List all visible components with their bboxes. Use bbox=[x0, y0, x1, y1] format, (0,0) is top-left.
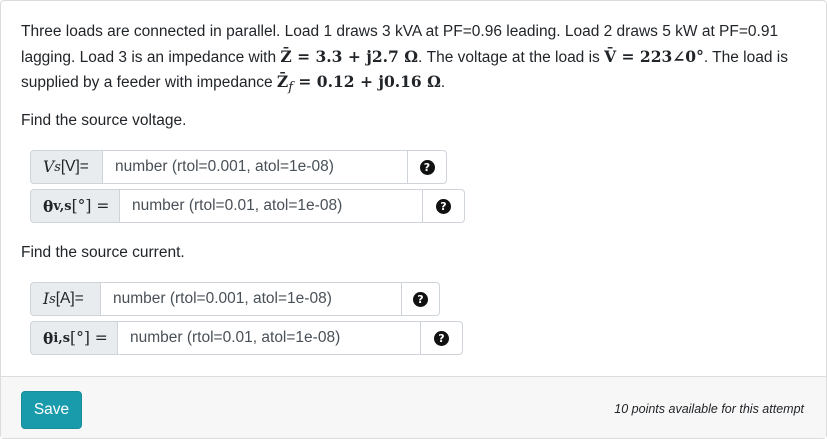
theta-vs-help-button[interactable]: ? bbox=[423, 189, 465, 223]
theta-vs-input[interactable]: number (rtol=0.01, atol=1e-08) bbox=[119, 189, 423, 223]
vs-input[interactable]: number (rtol=0.001, atol=1e-08) bbox=[102, 150, 408, 184]
zf-symbol: Z̄ bbox=[276, 72, 289, 91]
save-button[interactable]: Save bbox=[21, 391, 82, 429]
is-input[interactable]: number (rtol=0.001, atol=1e-08) bbox=[100, 282, 402, 316]
zf-value: = 0.12 + j0.16 Ω bbox=[293, 72, 441, 91]
theta-vs-label: θ v,s [°] = bbox=[30, 189, 119, 223]
vs-help-button[interactable]: ? bbox=[408, 150, 447, 184]
theta-is-input-group: θ i,s [°] = number (rtol=0.01, atol=1e-08… bbox=[30, 321, 463, 355]
is-input-group: Is [A]= number (rtol=0.001, atol=1e-08) ? bbox=[30, 282, 440, 316]
help-icon: ? bbox=[419, 159, 435, 175]
help-icon: ? bbox=[434, 330, 449, 346]
v-value: = 223∠0° bbox=[616, 46, 704, 66]
question-card: Three loads are connected in parallel. L… bbox=[0, 0, 827, 439]
points-available-text: 10 points available for this attempt bbox=[614, 402, 804, 416]
vs-label: Vs [V]= bbox=[30, 150, 102, 184]
card-footer: Save 10 points available for this attemp… bbox=[1, 376, 826, 438]
is-label: Is [A]= bbox=[30, 282, 100, 316]
prompt-source-voltage: Find the source voltage. bbox=[21, 112, 187, 129]
z-symbol: Z̄ bbox=[280, 46, 292, 66]
theta-vs-input-group: θ v,s [°] = number (rtol=0.01, atol=1e-08… bbox=[30, 189, 465, 223]
help-icon: ? bbox=[436, 198, 451, 214]
v-symbol: V̄ bbox=[604, 46, 617, 66]
theta-is-help-button[interactable]: ? bbox=[421, 321, 463, 355]
theta-is-input[interactable]: number (rtol=0.01, atol=1e-08) bbox=[117, 321, 421, 355]
is-help-button[interactable]: ? bbox=[402, 282, 440, 316]
z-value: = 3.3 + j2.7 Ω bbox=[291, 46, 418, 66]
theta-is-label: θ i,s [°] = bbox=[30, 321, 117, 355]
problem-statement: Three loads are connected in parallel. L… bbox=[21, 23, 788, 96]
prompt-source-current: Find the source current. bbox=[21, 244, 185, 261]
help-icon: ? bbox=[413, 291, 428, 307]
vs-input-group: Vs [V]= number (rtol=0.001, atol=1e-08) ? bbox=[30, 150, 447, 184]
